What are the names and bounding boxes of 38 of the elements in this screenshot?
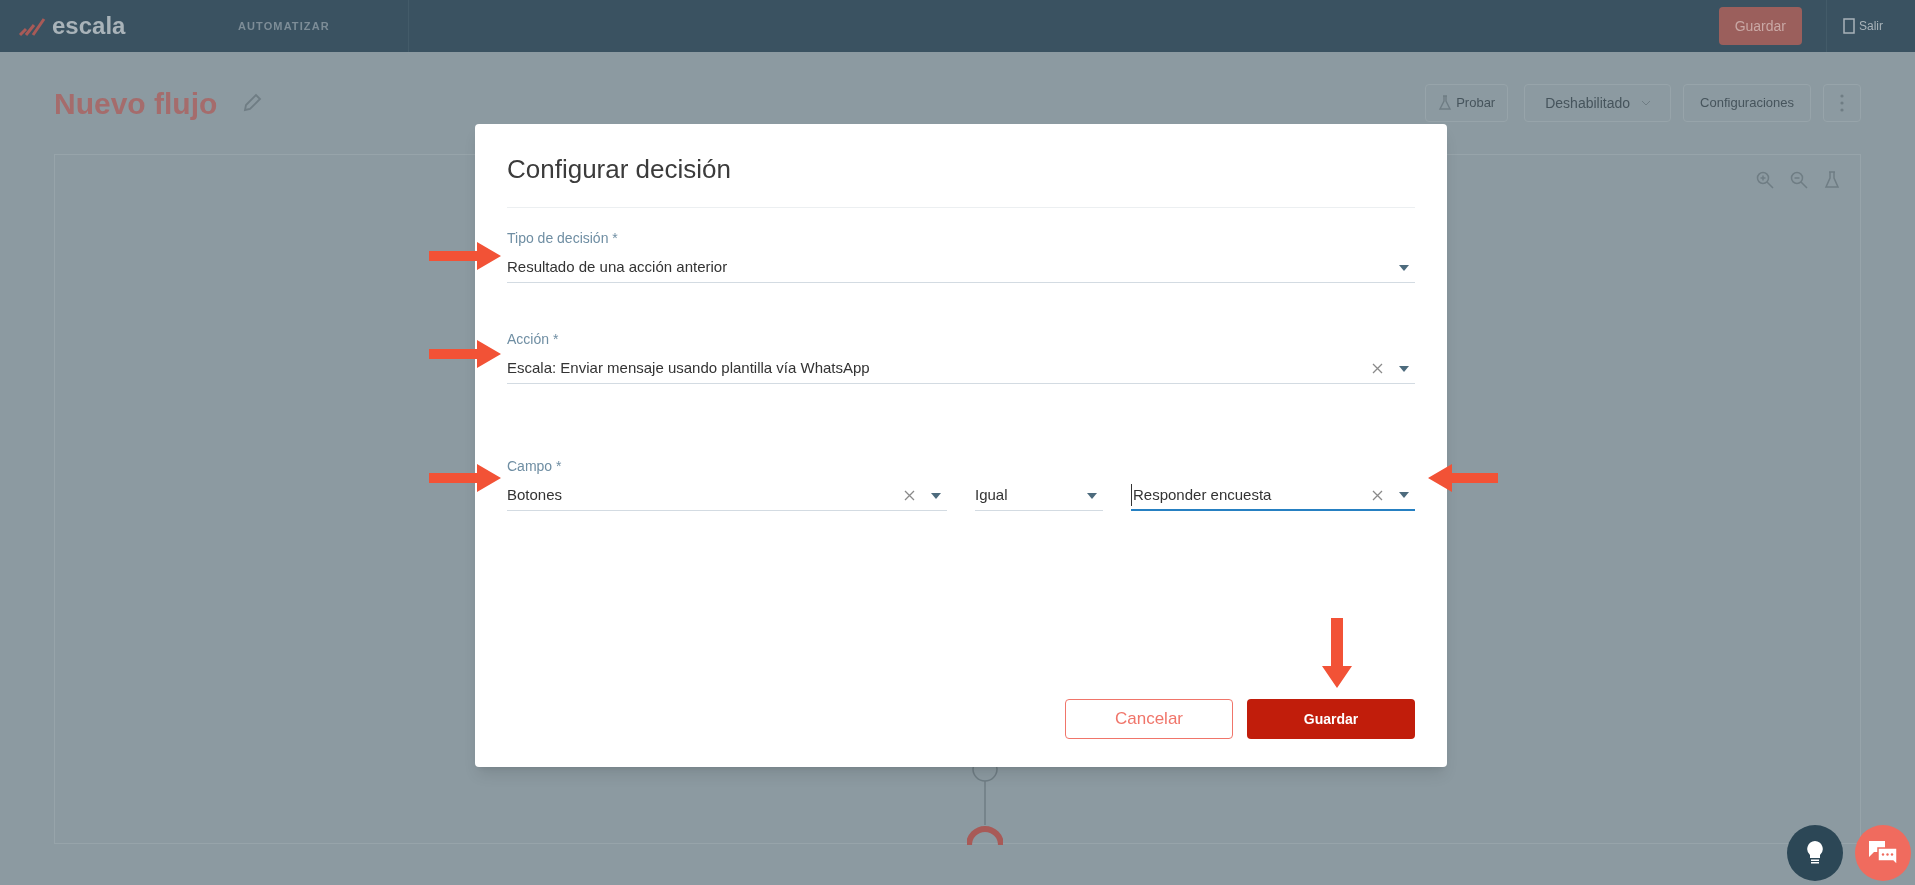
save-button[interactable]: Guardar [1718, 7, 1802, 45]
cancel-button[interactable]: Cancelar [1065, 699, 1233, 739]
select-field[interactable]: Resultado de una acción anterior [507, 253, 1415, 283]
annotation-arrow [1428, 464, 1498, 492]
tips-button[interactable] [1787, 825, 1843, 881]
logout-icon [1843, 18, 1855, 34]
chat-button[interactable] [1855, 825, 1911, 881]
test-button[interactable]: Probar [1425, 84, 1509, 122]
caret-icon [1087, 492, 1097, 499]
chevron-down-icon [1642, 100, 1651, 106]
flask-icon [1438, 95, 1453, 111]
nav-item[interactable]: AUTOMATIZAR [230, 17, 338, 35]
chat-icon [1868, 840, 1898, 866]
logout-button[interactable]: Salir [1827, 17, 1899, 35]
status-dropdown[interactable]: Deshabilitado [1524, 84, 1672, 122]
clear-icon[interactable] [904, 490, 915, 501]
clear-icon[interactable] [1372, 489, 1383, 501]
caret-icon [1399, 365, 1409, 372]
field-label: Campo * [507, 457, 563, 476]
select-field[interactable]: Responder encuesta [1131, 481, 1415, 511]
settings-button[interactable]: Configuraciones [1683, 84, 1811, 122]
annotation-arrow [429, 242, 501, 270]
lightbulb-icon [1806, 840, 1824, 866]
caret-icon [1399, 492, 1409, 498]
select-field[interactable]: Igual [975, 481, 1103, 511]
caret-icon [931, 492, 941, 499]
select-field[interactable]: Escala: Enviar mensaje usando plantilla vía WhatsApp [507, 354, 1415, 384]
save-button[interactable]: Guardar [1247, 699, 1415, 739]
field-label: Tipo de decisión * [507, 229, 619, 248]
clear-icon[interactable] [1372, 363, 1383, 374]
logo-text: escala [52, 11, 126, 41]
annotation-arrow [429, 464, 501, 492]
dialog-title: Configurar decisión [507, 154, 731, 184]
caret-icon [1399, 264, 1409, 271]
annotation-arrow [429, 340, 501, 368]
annotation-arrow [1322, 618, 1352, 688]
select-field[interactable]: Botones [507, 481, 947, 511]
field-label: Acción * [507, 330, 560, 349]
